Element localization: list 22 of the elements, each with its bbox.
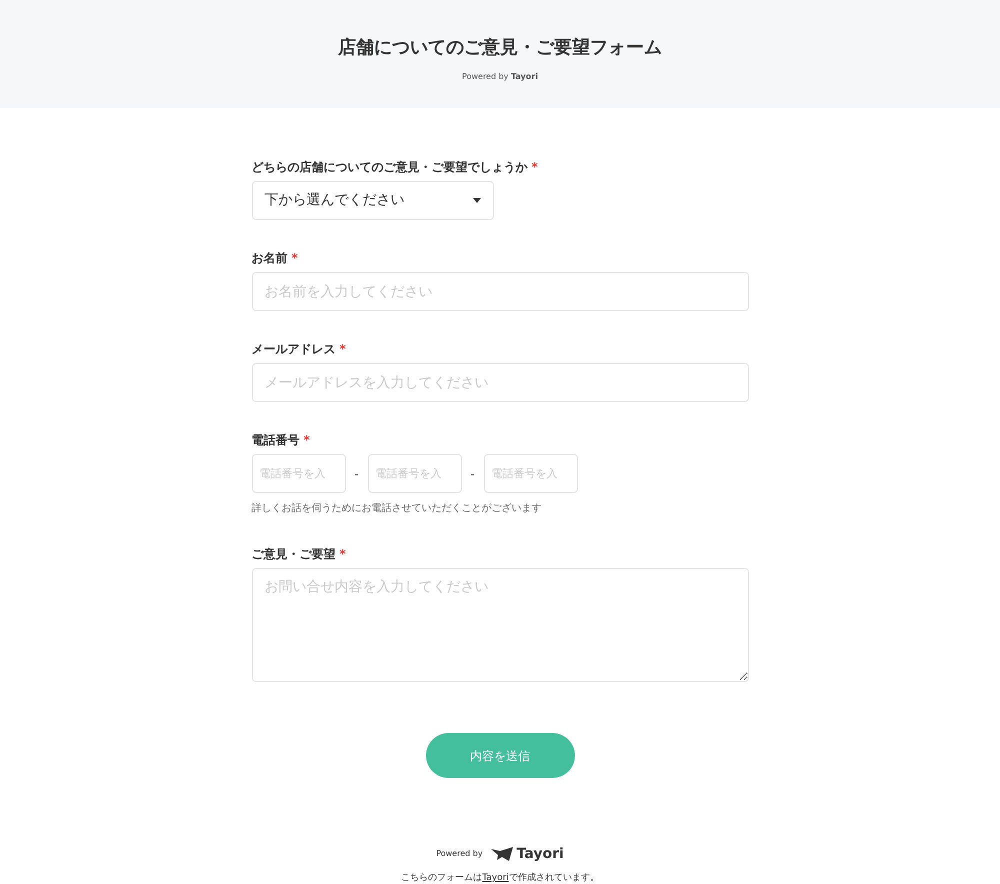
tayori-link[interactable]: Tayori: [482, 873, 509, 883]
footer-note: こちらのフォームはTayoriで作成されています。: [401, 872, 599, 884]
field-label: ご意見・ご要望: [252, 547, 336, 561]
required-mark: *: [532, 160, 538, 174]
field-label: どちらの店舗についてのご意見・ご要望でしょうか: [252, 160, 528, 174]
separator: -: [354, 466, 360, 482]
help-text: 詳しくお話を伺うためにお電話させていただくことがございます: [252, 502, 542, 516]
powered-by-text: Powered by Tayori: [462, 71, 538, 83]
caret-icon: [472, 198, 480, 203]
form-title: 店舗についてのご意見・ご要望フォーム: [338, 36, 662, 60]
powered-by-text: Powered by: [436, 848, 483, 860]
logo-text: Tayori: [516, 846, 564, 862]
logo-icon: [490, 847, 513, 861]
field-label: お名前: [252, 251, 288, 265]
separator: -: [470, 466, 476, 482]
store-select[interactable]: 下から選んでください: [252, 181, 494, 220]
required-mark: *: [340, 547, 346, 561]
required-mark: *: [304, 433, 310, 447]
field-label: 電話番号: [252, 433, 300, 447]
field-label: メールアドレス: [252, 342, 336, 356]
required-mark: *: [340, 342, 346, 356]
required-mark: *: [292, 251, 298, 265]
